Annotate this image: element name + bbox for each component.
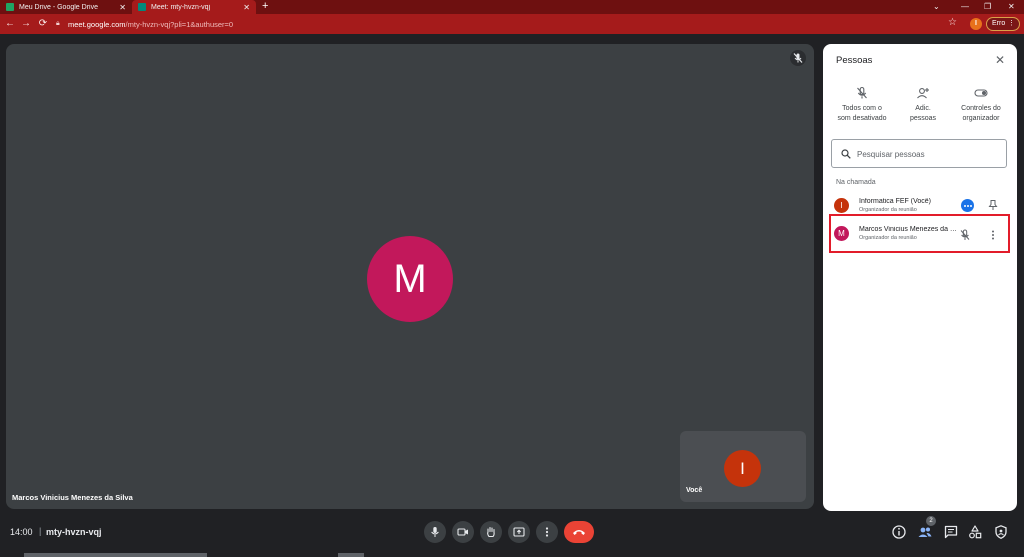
url-host: meet.google.com: [68, 19, 126, 29]
extension-avatar[interactable]: I: [970, 18, 982, 30]
self-label: Você: [686, 487, 703, 494]
present-icon: [513, 527, 525, 537]
raise-hand-button[interactable]: [480, 521, 502, 543]
search-people-box[interactable]: [831, 139, 1007, 168]
forward-arrow-icon[interactable]: →: [19, 17, 33, 31]
browser-toolbar: ← → ⟳ 🔒︎ meet.google.com /mty-hvzn-vqj?p…: [0, 14, 1024, 34]
profile-error-label: Erro: [992, 20, 1006, 27]
google-drive-icon: [6, 3, 14, 11]
main-participant-avatar: M: [367, 236, 453, 322]
host-controls-label-2: organizador: [962, 114, 1000, 122]
tab-title: Meu Drive - Google Drive: [19, 3, 98, 11]
participant-name: Informatica FEF (Você): [859, 198, 931, 205]
shapes-icon: [969, 525, 982, 539]
chat-icon: [944, 525, 958, 539]
tab-meet[interactable]: Meet: mty-hvzn-vqj ✕: [132, 0, 256, 14]
hand-icon: [487, 526, 495, 538]
participant-avatar: I: [834, 198, 849, 213]
pin-icon[interactable]: [987, 199, 999, 211]
browser-menu-icon[interactable]: ⋮: [1008, 18, 1015, 30]
camera-icon: [457, 528, 468, 536]
new-tab-button[interactable]: +: [262, 0, 268, 14]
participant-role: Organizador da reunião: [859, 207, 917, 213]
close-panel-icon[interactable]: ✕: [993, 53, 1007, 67]
google-meet-icon: [138, 3, 146, 11]
minimize-button[interactable]: —: [961, 0, 969, 14]
host-controls-button[interactable]: Controles do organizador: [951, 86, 1011, 123]
tab-title: Meet: mty-hvzn-vqj: [151, 3, 211, 11]
maximize-button[interactable]: ❐: [984, 0, 991, 14]
self-video-tile[interactable]: I Você: [680, 431, 806, 502]
more-options-button[interactable]: [536, 521, 558, 543]
meeting-time: 14:00: [10, 527, 33, 537]
host-controls-label-1: Controles do: [961, 105, 1001, 112]
search-people-input[interactable]: [857, 147, 997, 161]
more-vert-icon: [545, 527, 549, 537]
host-controls-shield-button[interactable]: [993, 524, 1009, 540]
present-screen-button[interactable]: [508, 521, 530, 543]
participants-count-badge: 2: [926, 516, 936, 526]
separator: |: [39, 526, 42, 536]
main-participant-name: Marcos Vinicius Menezes da Silva: [12, 493, 133, 502]
end-call-button[interactable]: [564, 521, 594, 543]
highlight-box: [829, 214, 1010, 253]
mic-off-icon: [857, 86, 867, 99]
info-icon: [892, 525, 906, 539]
tab-google-drive[interactable]: Meu Drive - Google Drive ✕: [0, 0, 132, 14]
horizontal-scrollbar-thumb[interactable]: [24, 553, 207, 557]
toggle-icon: [974, 89, 988, 97]
mute-all-button[interactable]: Todos com o som desativado: [832, 86, 892, 123]
close-tab-icon[interactable]: ✕: [243, 3, 250, 12]
url-path: /mty-hvzn-vqj?pli=1&authuser=0: [125, 19, 234, 29]
panel-title: Pessoas: [836, 55, 873, 66]
close-window-button[interactable]: ✕: [1008, 0, 1015, 14]
mute-all-label-2: som desativado: [837, 114, 887, 122]
microphone-button[interactable]: [424, 521, 446, 543]
add-person-icon: [917, 88, 929, 99]
people-icon: [918, 527, 932, 537]
add-people-label-1: Adic.: [915, 105, 931, 112]
shield-icon: [995, 525, 1007, 540]
lock-icon: 🔒︎: [56, 20, 60, 27]
search-icon: [841, 149, 851, 159]
chat-button[interactable]: [943, 524, 959, 540]
more-options-dots-icon[interactable]: [961, 199, 974, 212]
tab-strip: Meu Drive - Google Drive ✕ Meet: mty-hvz…: [0, 0, 1024, 14]
reload-icon[interactable]: ⟳: [36, 17, 50, 31]
close-tab-icon[interactable]: ✕: [119, 3, 126, 12]
people-button[interactable]: [917, 524, 933, 540]
meeting-info-button[interactable]: [891, 524, 907, 540]
mic-off-icon: [790, 50, 806, 66]
mic-icon: [431, 527, 439, 537]
camera-button[interactable]: [452, 521, 474, 543]
mute-all-label-1: Todos com o: [842, 105, 882, 112]
meeting-code: mty-hvzn-vqj: [46, 527, 102, 537]
profile-error-button[interactable]: Erro ⋮: [986, 17, 1020, 31]
people-panel: Pessoas ✕ Todos com o som desativado Adi…: [823, 44, 1017, 511]
bookmark-star-icon[interactable]: ☆: [948, 17, 957, 28]
add-people-button[interactable]: Adic. pessoas: [893, 86, 953, 123]
in-call-section-label: Na chamada: [836, 179, 876, 186]
activities-button[interactable]: [967, 524, 983, 540]
horizontal-scrollbar-segment[interactable]: [338, 553, 364, 557]
back-arrow-icon[interactable]: ←: [3, 17, 17, 31]
tab-search-chevron-icon[interactable]: ⌄: [933, 0, 940, 14]
self-avatar: I: [724, 450, 761, 487]
address-bar[interactable]: 🔒︎ meet.google.com /mty-hvzn-vqj?pli=1&a…: [56, 18, 936, 30]
hang-up-icon: [573, 530, 585, 535]
add-people-label-2: pessoas: [909, 114, 937, 122]
